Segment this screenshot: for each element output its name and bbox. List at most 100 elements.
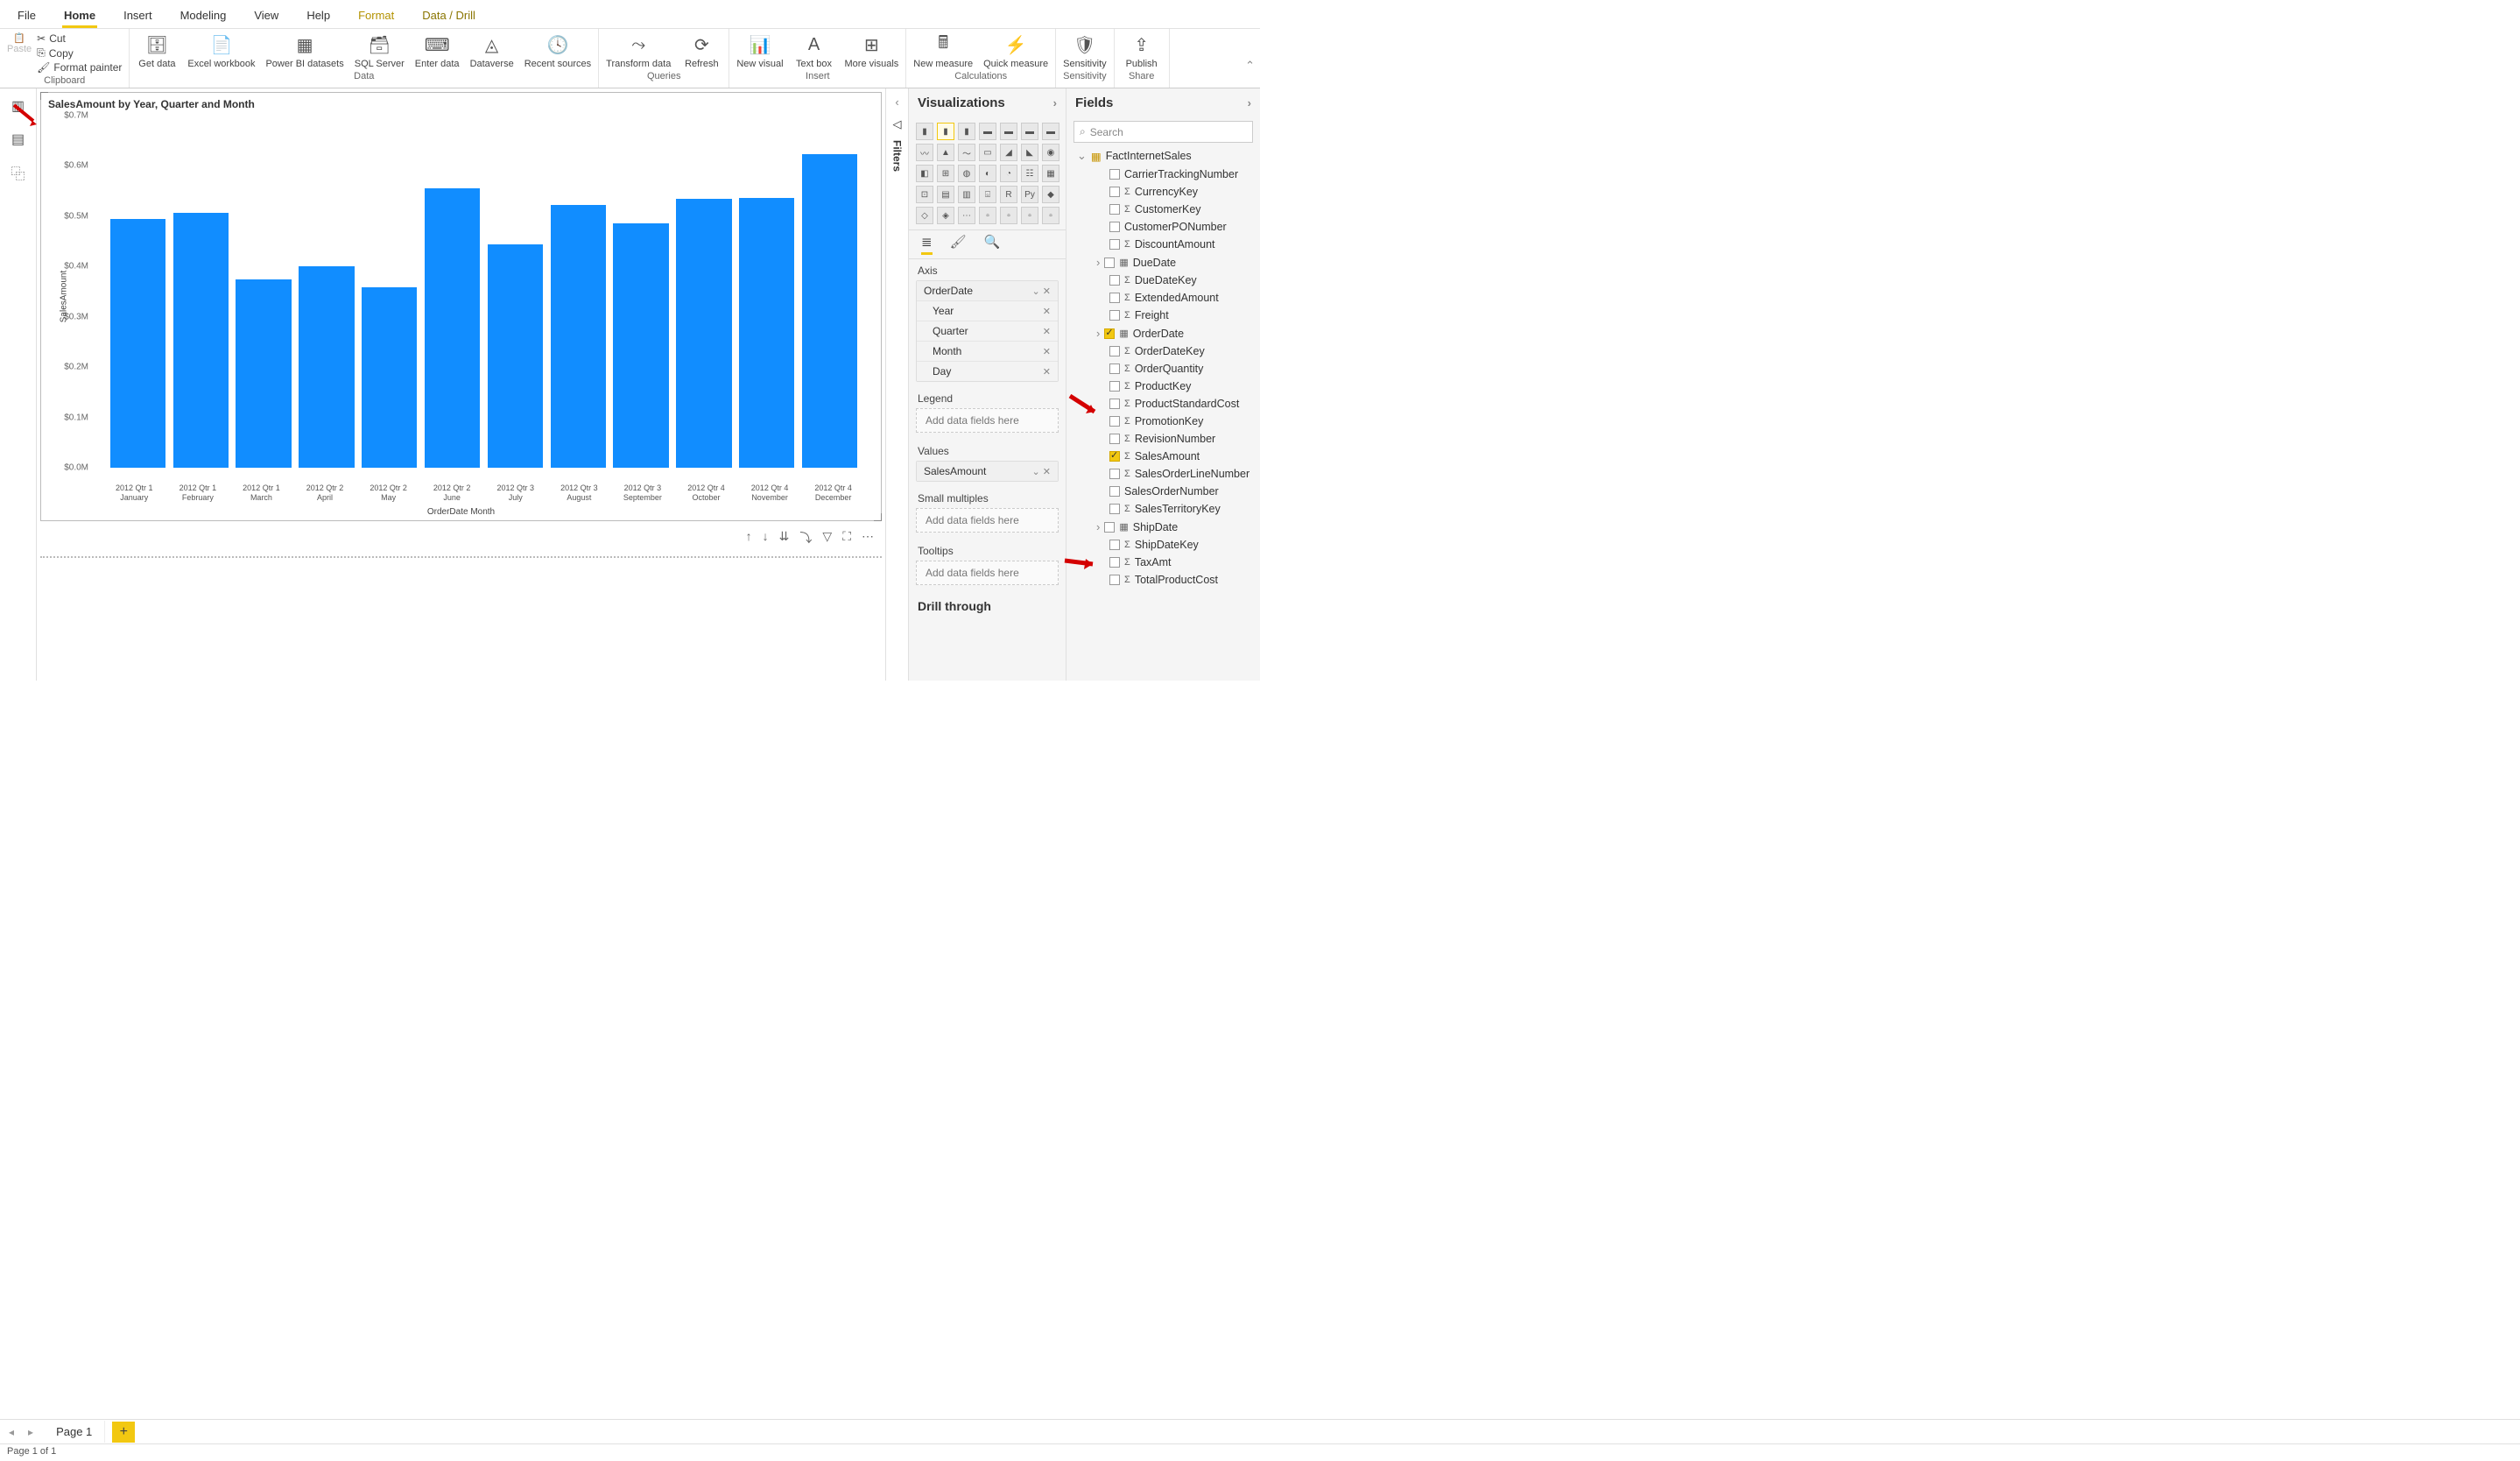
page-tab-1[interactable]: Page 1	[44, 1421, 105, 1443]
visual-type-icon[interactable]: ▤	[937, 186, 954, 203]
axis-field-row[interactable]: Day✕	[917, 361, 1058, 381]
field-node[interactable]: ΣRevisionNumber	[1066, 430, 1260, 448]
bar[interactable]	[802, 154, 857, 468]
table-node[interactable]: ⌄▦FactInternetSales	[1066, 146, 1260, 166]
visual-type-icon[interactable]: ▫	[1042, 207, 1059, 224]
visual-type-icon[interactable]: ◍	[958, 165, 975, 182]
visual-type-icon[interactable]: ▬	[1021, 123, 1038, 140]
menu-home[interactable]: Home	[62, 4, 97, 28]
fields-search-input[interactable]: ⌕ Search	[1073, 121, 1253, 143]
publish-button[interactable]: ⇪Publish	[1122, 32, 1162, 69]
visual-type-icon[interactable]: 〜	[958, 144, 975, 161]
values-field-row[interactable]: SalesAmount⌄ ✕	[917, 462, 1058, 481]
visual-type-icon[interactable]: ◢	[1000, 144, 1017, 161]
field-node[interactable]: ΣTotalProductCost	[1066, 571, 1260, 589]
visual-type-icon[interactable]: ◐	[979, 165, 996, 182]
field-node[interactable]: ΣProductStandardCost	[1066, 395, 1260, 413]
axis-field-row[interactable]: Quarter✕	[917, 321, 1058, 341]
fields-collapse-icon[interactable]: ›	[1248, 96, 1251, 109]
field-node[interactable]: SalesOrderNumber	[1066, 483, 1260, 500]
visual-type-icon[interactable]: ◇	[916, 207, 933, 224]
field-node[interactable]: ΣSalesTerritoryKey	[1066, 500, 1260, 518]
visual-type-icon[interactable]: ▫	[1000, 207, 1017, 224]
get-data-button[interactable]: 🗄Get data	[137, 32, 177, 69]
filters-expand-icon[interactable]: ‹	[895, 95, 898, 109]
dataverse-button[interactable]: ◬Dataverse	[470, 32, 514, 69]
expand-all-icon[interactable]: ⤵	[799, 529, 812, 547]
field-node[interactable]: ›▦ShipDate	[1066, 518, 1260, 536]
visual-type-icon[interactable]: ◔	[1000, 165, 1017, 182]
filter-icon[interactable]: ▽	[822, 529, 832, 547]
expand-down-icon[interactable]: ⇊	[779, 529, 790, 547]
field-node[interactable]: ΣShipDateKey	[1066, 536, 1260, 554]
copy-button[interactable]: ⎘Copy	[37, 46, 74, 60]
legend-placeholder[interactable]: Add data fields here	[916, 408, 1059, 433]
field-node[interactable]: ΣExtendedAmount	[1066, 289, 1260, 307]
visual-type-icon[interactable]: ▫	[1021, 207, 1038, 224]
drill-up-icon[interactable]: ↑	[746, 529, 752, 547]
menu-file[interactable]: File	[16, 4, 38, 28]
bar[interactable]	[299, 266, 354, 468]
analytics-tab-icon[interactable]: 🔍	[984, 234, 1001, 255]
focus-mode-icon[interactable]: ⛶	[842, 529, 851, 547]
bar[interactable]	[488, 244, 543, 468]
visual-type-icon[interactable]: ⊡	[916, 186, 933, 203]
bar[interactable]	[613, 223, 668, 468]
enter-data-button[interactable]: ⌨Enter data	[415, 32, 460, 69]
visual-type-icon[interactable]: ▬	[1000, 123, 1017, 140]
field-node[interactable]: ΣSalesAmount	[1066, 448, 1260, 465]
visual-type-icon[interactable]: ☷	[1021, 165, 1038, 182]
more-options-icon[interactable]: ⋯	[862, 529, 874, 547]
visual-type-icon[interactable]: ▭	[979, 144, 996, 161]
field-node[interactable]: ΣDiscountAmount	[1066, 236, 1260, 253]
axis-well[interactable]: OrderDate⌄ ✕Year✕Quarter✕Month✕Day✕	[916, 280, 1059, 382]
bar[interactable]	[362, 287, 417, 468]
visual-type-icon[interactable]: ◈	[937, 207, 954, 224]
field-node[interactable]: CarrierTrackingNumber	[1066, 166, 1260, 183]
field-node[interactable]: ΣCustomerKey	[1066, 201, 1260, 218]
visual-type-icon[interactable]: ▲	[937, 144, 954, 161]
page-next-icon[interactable]: ▸	[25, 1426, 37, 1438]
report-canvas[interactable]: SalesAmount by Year, Quarter and Month S…	[37, 88, 885, 681]
model-view-icon[interactable]: ⿻	[8, 162, 29, 183]
pbi-datasets-button[interactable]: ▦Power BI datasets	[265, 32, 343, 69]
field-node[interactable]: ΣFreight	[1066, 307, 1260, 324]
bar[interactable]	[676, 199, 731, 468]
visual-type-icon[interactable]: ◣	[1021, 144, 1038, 161]
field-node[interactable]: ΣCurrencyKey	[1066, 183, 1260, 201]
visual-type-icon[interactable]: ▥	[958, 186, 975, 203]
visual-type-icon[interactable]: Py	[1021, 186, 1038, 203]
values-well[interactable]: SalesAmount⌄ ✕	[916, 461, 1059, 482]
axis-field-row[interactable]: Year✕	[917, 300, 1058, 321]
bar[interactable]	[236, 279, 291, 468]
new-measure-button[interactable]: 🖩New measure	[913, 32, 973, 69]
field-node[interactable]: ΣOrderDateKey	[1066, 342, 1260, 360]
menu-insert[interactable]: Insert	[122, 4, 154, 28]
field-node[interactable]: CustomerPONumber	[1066, 218, 1260, 236]
add-page-button[interactable]: +	[112, 1422, 135, 1443]
text-box-button[interactable]: AText box	[794, 32, 834, 69]
bar[interactable]	[173, 213, 229, 468]
menu-help[interactable]: Help	[305, 4, 332, 28]
sql-server-button[interactable]: 🗃SQL Server	[355, 32, 405, 69]
visual-type-icon[interactable]: ▮	[958, 123, 975, 140]
field-node[interactable]: ΣProductKey	[1066, 378, 1260, 395]
quick-measure-button[interactable]: ⚡Quick measure	[983, 32, 1048, 69]
field-node[interactable]: ›▦OrderDate	[1066, 324, 1260, 342]
tooltips-placeholder[interactable]: Add data fields here	[916, 561, 1059, 585]
visual-type-icon[interactable]: ⋯	[958, 207, 975, 224]
refresh-button[interactable]: ⟳Refresh	[681, 32, 722, 69]
visual-type-icon[interactable]: ⊞	[937, 165, 954, 182]
small-multiples-placeholder[interactable]: Add data fields here	[916, 508, 1059, 533]
visual-type-icon[interactable]: ▬	[979, 123, 996, 140]
recent-sources-button[interactable]: 🕓Recent sources	[524, 32, 591, 69]
bar[interactable]	[110, 219, 165, 468]
menu-format[interactable]: Format	[356, 4, 396, 28]
menu-data-drill[interactable]: Data / Drill	[420, 4, 477, 28]
excel-button[interactable]: 📄Excel workbook	[187, 32, 255, 69]
visual-type-icon[interactable]: ▬	[1042, 123, 1059, 140]
field-node[interactable]: ›▦DueDate	[1066, 253, 1260, 272]
menu-view[interactable]: View	[252, 4, 280, 28]
axis-field-row[interactable]: Month✕	[917, 341, 1058, 361]
visual-type-icon[interactable]: R	[1000, 186, 1017, 203]
